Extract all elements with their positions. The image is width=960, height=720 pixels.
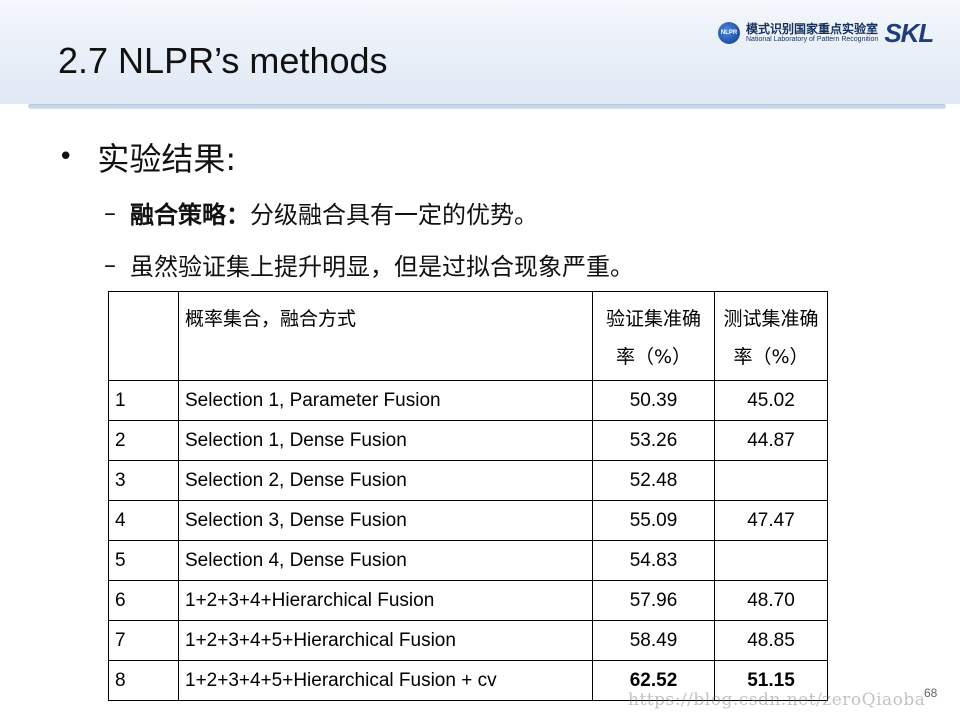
table-row: 1 Selection 1, Parameter Fusion 50.39 45… — [108, 380, 828, 421]
row-test-acc — [714, 540, 828, 581]
row-test-acc: 45.02 — [714, 380, 828, 421]
row-test-acc: 44.87 — [714, 420, 828, 461]
row-val-acc: 50.39 — [592, 380, 715, 421]
row-val-acc: 57.96 — [592, 580, 715, 621]
page-number: 68 — [924, 686, 938, 700]
row-index: 8 — [108, 660, 179, 701]
row-method: Selection 4, Dense Fusion — [178, 540, 593, 581]
table-row: 7 1+2+3+4+5+Hierarchical Fusion 58.49 48… — [108, 620, 828, 661]
dash-icon: – — [104, 250, 116, 279]
row-method: Selection 1, Parameter Fusion — [178, 380, 593, 421]
header-cell-test-acc: 测试集准确率（%） — [714, 291, 828, 381]
row-val-acc: 54.83 — [592, 540, 715, 581]
row-index: 5 — [108, 540, 179, 581]
sub-bullet-overfitting: – 虽然验证集上提升明显，但是过拟合现象严重。 — [104, 247, 634, 282]
row-val-acc: 58.49 — [592, 620, 715, 661]
dash-icon: – — [104, 198, 116, 227]
header-cell-method: 概率集合，融合方式 — [178, 291, 593, 381]
sub-bullet-text: 虽然验证集上提升明显，但是过拟合现象严重。 — [130, 253, 634, 281]
table-row: 5 Selection 4, Dense Fusion 54.83 — [108, 540, 828, 581]
bullet-dot-icon: • — [58, 142, 74, 172]
row-method: Selection 1, Dense Fusion — [178, 420, 593, 461]
row-index: 6 — [108, 580, 179, 621]
header-divider — [28, 104, 946, 109]
skl-logo: SKL — [884, 17, 934, 48]
row-index: 2 — [108, 420, 179, 461]
row-test-acc: 47.47 — [714, 500, 828, 541]
header-cell-index — [108, 291, 179, 381]
row-index: 4 — [108, 500, 179, 541]
table-header-row: 概率集合，融合方式 验证集准确率（%） 测试集准确率（%） — [108, 291, 828, 381]
row-test-acc: 48.85 — [714, 620, 828, 661]
row-method: 1+2+3+4+5+Hierarchical Fusion + cv — [178, 660, 593, 701]
row-index: 7 — [108, 620, 179, 661]
row-index: 3 — [108, 460, 179, 501]
table-row: 3 Selection 2, Dense Fusion 52.48 — [108, 460, 828, 501]
row-method: 1+2+3+4+Hierarchical Fusion — [178, 580, 593, 621]
nlpr-logo: NLPR 模式识别国家重点实验室 National Laboratory of … — [718, 18, 948, 48]
sub-bullet-text: 分级融合具有一定的优势。 — [250, 201, 538, 229]
row-index: 1 — [108, 380, 179, 421]
sub-bullet-fusion-strategy: – 融合策略： 分级融合具有一定的优势。 — [104, 195, 538, 230]
table-row: 4 Selection 3, Dense Fusion 55.09 47.47 — [108, 500, 828, 541]
row-method: Selection 2, Dense Fusion — [178, 460, 593, 501]
sub-bullet-label: 融合策略： — [130, 201, 250, 229]
results-table: 概率集合，融合方式 验证集准确率（%） 测试集准确率（%） 1 Selectio… — [108, 291, 828, 701]
logo-english-name: National Laboratory of Pattern Recogniti… — [746, 35, 879, 43]
main-bullet-text: 实验结果: — [97, 140, 237, 178]
header-cell-val-acc: 验证集准确率（%） — [592, 291, 715, 381]
nlpr-emblem-icon: NLPR — [718, 22, 740, 44]
row-method: 1+2+3+4+5+Hierarchical Fusion — [178, 620, 593, 661]
watermark-url: https://blog.csdn.net/zeroQiaoba — [628, 690, 926, 710]
table-row: 6 1+2+3+4+Hierarchical Fusion 57.96 48.7… — [108, 580, 828, 621]
row-test-acc: 48.70 — [714, 580, 828, 621]
main-bullet: • 实验结果: — [58, 134, 236, 180]
row-method: Selection 3, Dense Fusion — [178, 500, 593, 541]
row-val-acc: 52.48 — [592, 460, 715, 501]
row-val-acc: 53.26 — [592, 420, 715, 461]
logo-text: 模式识别国家重点实验室 National Laboratory of Patte… — [746, 23, 878, 43]
logo-chinese-name: 模式识别国家重点实验室 — [746, 22, 879, 37]
table-row: 2 Selection 1, Dense Fusion 53.26 44.87 — [108, 420, 828, 461]
row-test-acc — [714, 460, 828, 501]
slide-title: 2.7 NLPR’s methods — [58, 40, 388, 81]
row-val-acc: 55.09 — [592, 500, 715, 541]
